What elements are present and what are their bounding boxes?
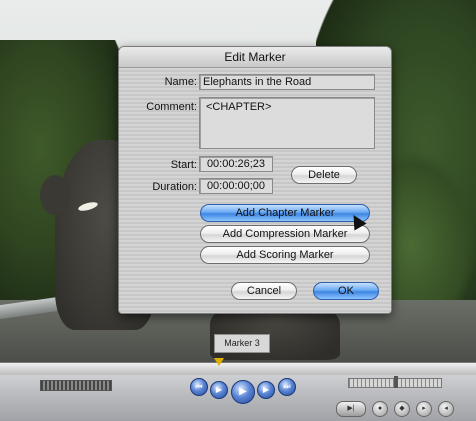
start-timecode-field[interactable]: 00:00:26;23 — [199, 156, 273, 172]
add-keyframe-icon[interactable]: ◆ — [394, 401, 410, 417]
cancel-button[interactable]: Cancel — [231, 282, 297, 300]
start-label: Start: — [170, 159, 197, 171]
add-compression-marker-button[interactable]: Add Compression Marker — [200, 225, 370, 243]
add-scoring-marker-button[interactable]: Add Scoring Marker — [200, 246, 370, 264]
playhead-icon[interactable] — [214, 358, 224, 366]
play-around-icon[interactable]: ▶ — [257, 381, 275, 399]
ok-button[interactable]: OK — [313, 282, 379, 300]
play-icon[interactable]: ▶ — [231, 380, 255, 404]
name-label: Name: — [164, 76, 197, 88]
match-frame-icon[interactable]: ▶| — [336, 401, 366, 417]
jog-knob[interactable] — [394, 376, 398, 388]
previous-edit-icon[interactable]: ⏮ — [190, 378, 208, 396]
scrubber-bar[interactable] — [0, 362, 476, 376]
edit-marker-dialog: Edit Marker Name: Elephants in the Road … — [118, 46, 392, 314]
marker-overlay-label: Marker 3 — [214, 334, 270, 353]
dialog-body: Name: Elephants in the Road Comment: <CH… — [119, 68, 391, 313]
duration-label: Duration: — [152, 181, 197, 193]
add-chapter-marker-button[interactable]: Add Chapter Marker — [200, 204, 370, 222]
duration-timecode-field[interactable]: 00:00:00;00 — [199, 178, 273, 194]
play-in-to-out-icon[interactable]: ▶ — [210, 381, 228, 399]
dialog-title: Edit Marker — [119, 47, 391, 68]
name-field[interactable]: Elephants in the Road — [199, 74, 375, 90]
shuttle-control[interactable] — [40, 380, 112, 391]
delete-button[interactable]: Delete — [291, 166, 357, 184]
next-edit-icon[interactable]: ⏭ — [278, 378, 296, 396]
comment-label: Comment: — [146, 101, 197, 113]
in-point-icon[interactable]: ◂ — [438, 401, 454, 417]
elephant-trunk — [40, 175, 70, 215]
add-marker-icon[interactable]: ▸ — [416, 401, 432, 417]
mark-clip-icon[interactable]: ● — [372, 401, 388, 417]
comment-field[interactable]: <CHAPTER> — [199, 97, 375, 149]
